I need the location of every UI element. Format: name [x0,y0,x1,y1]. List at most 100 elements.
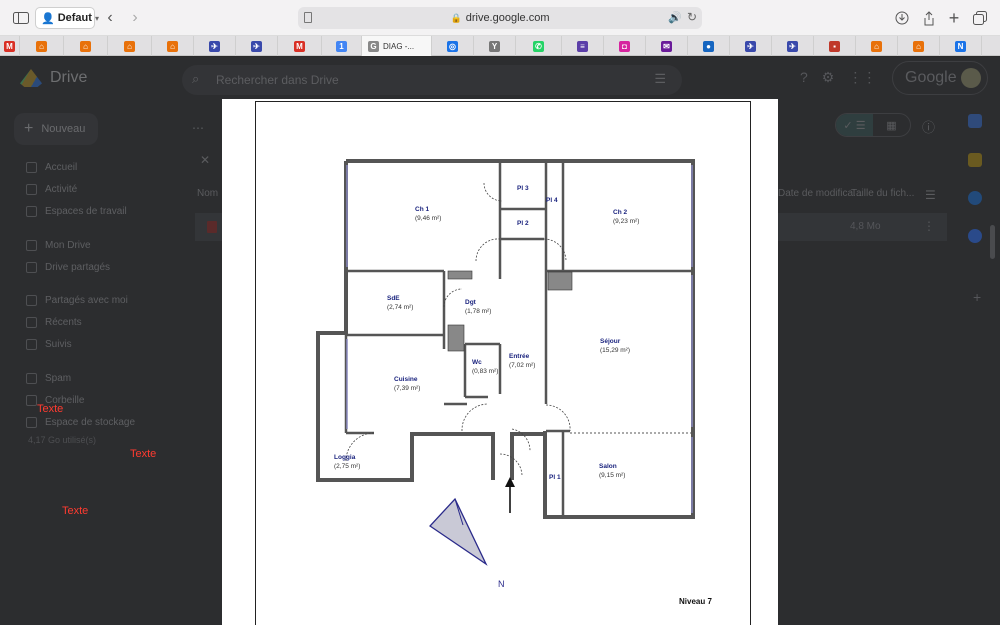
sidebar-item[interactable]: Récents [26,315,82,329]
document-preview: Ch 1 (9,46 m²) Pl 3 Pl 4 Ch 2 (9,23 m²) Pl 2 Sd… [222,99,778,625]
star-icon [26,338,37,350]
google-account[interactable]: Google [892,61,988,95]
tab[interactable]: ⌂ [108,36,152,56]
tab[interactable]: ✈ [236,36,278,56]
new-tab-icon[interactable]: + [946,8,962,28]
tab[interactable]: ⌂ [898,36,940,56]
sound-icon[interactable]: 🔊 [668,11,682,24]
address-bar[interactable]: 🔒 drive.google.com 🔊 ↻ [298,7,702,29]
pdf-file-icon [207,221,217,233]
filter-icon[interactable]: ☰ [654,71,666,87]
column-size[interactable]: Taille du fich... [851,188,914,199]
room-name: Entrée [509,353,530,360]
calendar-side-icon[interactable] [968,114,982,128]
tasks-side-icon[interactable] [968,191,982,205]
sidebar-item[interactable]: Activité [26,182,77,196]
mail-icon: ✉ [661,40,672,52]
room-name: Loggia [334,454,356,461]
tab[interactable]: ⌂ [64,36,108,56]
tab[interactable]: ⌂ [856,36,898,56]
room-name: Ch 2 [613,209,627,216]
google-brand: Google [905,69,957,86]
sidebar-item[interactable]: Espaces de travail [26,204,127,218]
tab-overview-icon[interactable] [972,8,988,28]
tab[interactable]: ✆ [516,36,562,56]
home-icon [26,161,37,173]
tab[interactable]: ✈ [772,36,814,56]
tab-active[interactable]: G DIAG -... [362,36,432,56]
tab[interactable]: Y [474,36,516,56]
new-button[interactable]: + Nouveau [14,113,98,145]
trash-icon [26,394,37,406]
tab[interactable]: ⌂ [152,36,194,56]
tab[interactable]: ◘ [604,36,646,56]
row-menu-icon[interactable]: ⋮ [923,219,935,233]
help-icon[interactable]: ? [800,69,808,86]
list-view-icon[interactable]: ✓ ☰ [836,114,873,136]
sidebar-item[interactable]: Partagés avec moi [26,293,128,307]
shared-drive-icon [26,261,37,273]
sidebar-item[interactable]: Spam [26,371,71,385]
sidebar-item-label: Espace de stockage [45,416,136,428]
keep-side-icon[interactable] [968,153,982,167]
cloud-icon [26,416,37,428]
url-text: drive.google.com [465,12,550,24]
list-icon: ≡ [577,40,588,52]
bird-icon: ✈ [745,40,756,52]
grid-view-icon[interactable]: ▦ [873,114,910,136]
room-name: Salon [599,463,617,470]
apps-grid-icon[interactable]: ⋮⋮ [848,69,876,86]
column-name[interactable]: Nom [197,188,218,199]
tab[interactable]: ● [688,36,730,56]
close-icon[interactable]: ✕ [200,153,210,167]
tab[interactable]: N [940,36,982,56]
bird-icon: ✈ [787,40,798,52]
bird-icon: ✈ [251,40,262,52]
sidebar-item[interactable]: Mon Drive [26,238,91,252]
tab[interactable]: M [278,36,322,56]
clock-icon [26,316,37,328]
tab[interactable]: ◎ [432,36,474,56]
notion-icon: N [955,40,966,52]
contacts-side-icon[interactable] [968,229,982,243]
bird-icon: ✈ [209,40,220,52]
download-icon[interactable] [894,8,910,28]
profile-button[interactable]: 👤 Defaut ▾ [35,7,99,29]
tab[interactable]: 1 [322,36,362,56]
tab[interactable]: ≡ [562,36,604,56]
sidebar-item[interactable]: Suivis [26,337,72,351]
column-modified[interactable]: Date de modifica... [778,188,861,199]
plus-icon: + [24,120,34,137]
info-icon[interactable]: ⓘ [922,117,935,136]
sidebar-toggle-icon[interactable] [12,8,30,28]
search-icon: ⌕ [192,71,200,86]
room-area: (9,15 m²) [599,472,625,479]
sidebar-item-label: Accueil [45,161,78,173]
storage-used: 4,17 Go utilisé(s) [28,435,97,445]
add-addon-icon[interactable]: + [973,289,981,305]
tab[interactable]: ✉ [646,36,688,56]
forward-icon[interactable]: › [128,8,142,28]
share-icon[interactable] [921,8,937,28]
more-options-icon[interactable]: ⋯ [192,121,204,135]
sidebar-item-label: Suivis [45,338,72,350]
scrollbar[interactable] [990,225,995,259]
drive-icon [26,239,37,251]
search-input[interactable]: ⌕ Rechercher dans Drive ☰ [182,65,682,95]
sidebar-item[interactable]: Drive partagés [26,260,110,274]
sidebar-item[interactable]: Espace de stockage [26,415,135,429]
tab[interactable]: ✈ [730,36,772,56]
room-name: Pl 4 [546,197,558,204]
reload-icon[interactable]: ↻ [687,10,697,24]
tab[interactable]: M [0,36,20,56]
back-icon[interactable]: ‹ [103,8,117,28]
tab[interactable]: ⌂ [20,36,64,56]
home-icon: ⌂ [124,40,135,52]
sort-icon[interactable]: ☰ [925,188,936,202]
gear-icon[interactable]: ⚙ [822,69,835,86]
view-toggle[interactable]: ✓ ☰ ▦ [835,113,911,137]
tab[interactable]: ✈ [194,36,236,56]
overlay-text-2: Texte [130,448,157,460]
tab[interactable]: ▪ [814,36,856,56]
sidebar-item[interactable]: Accueil [26,160,77,174]
